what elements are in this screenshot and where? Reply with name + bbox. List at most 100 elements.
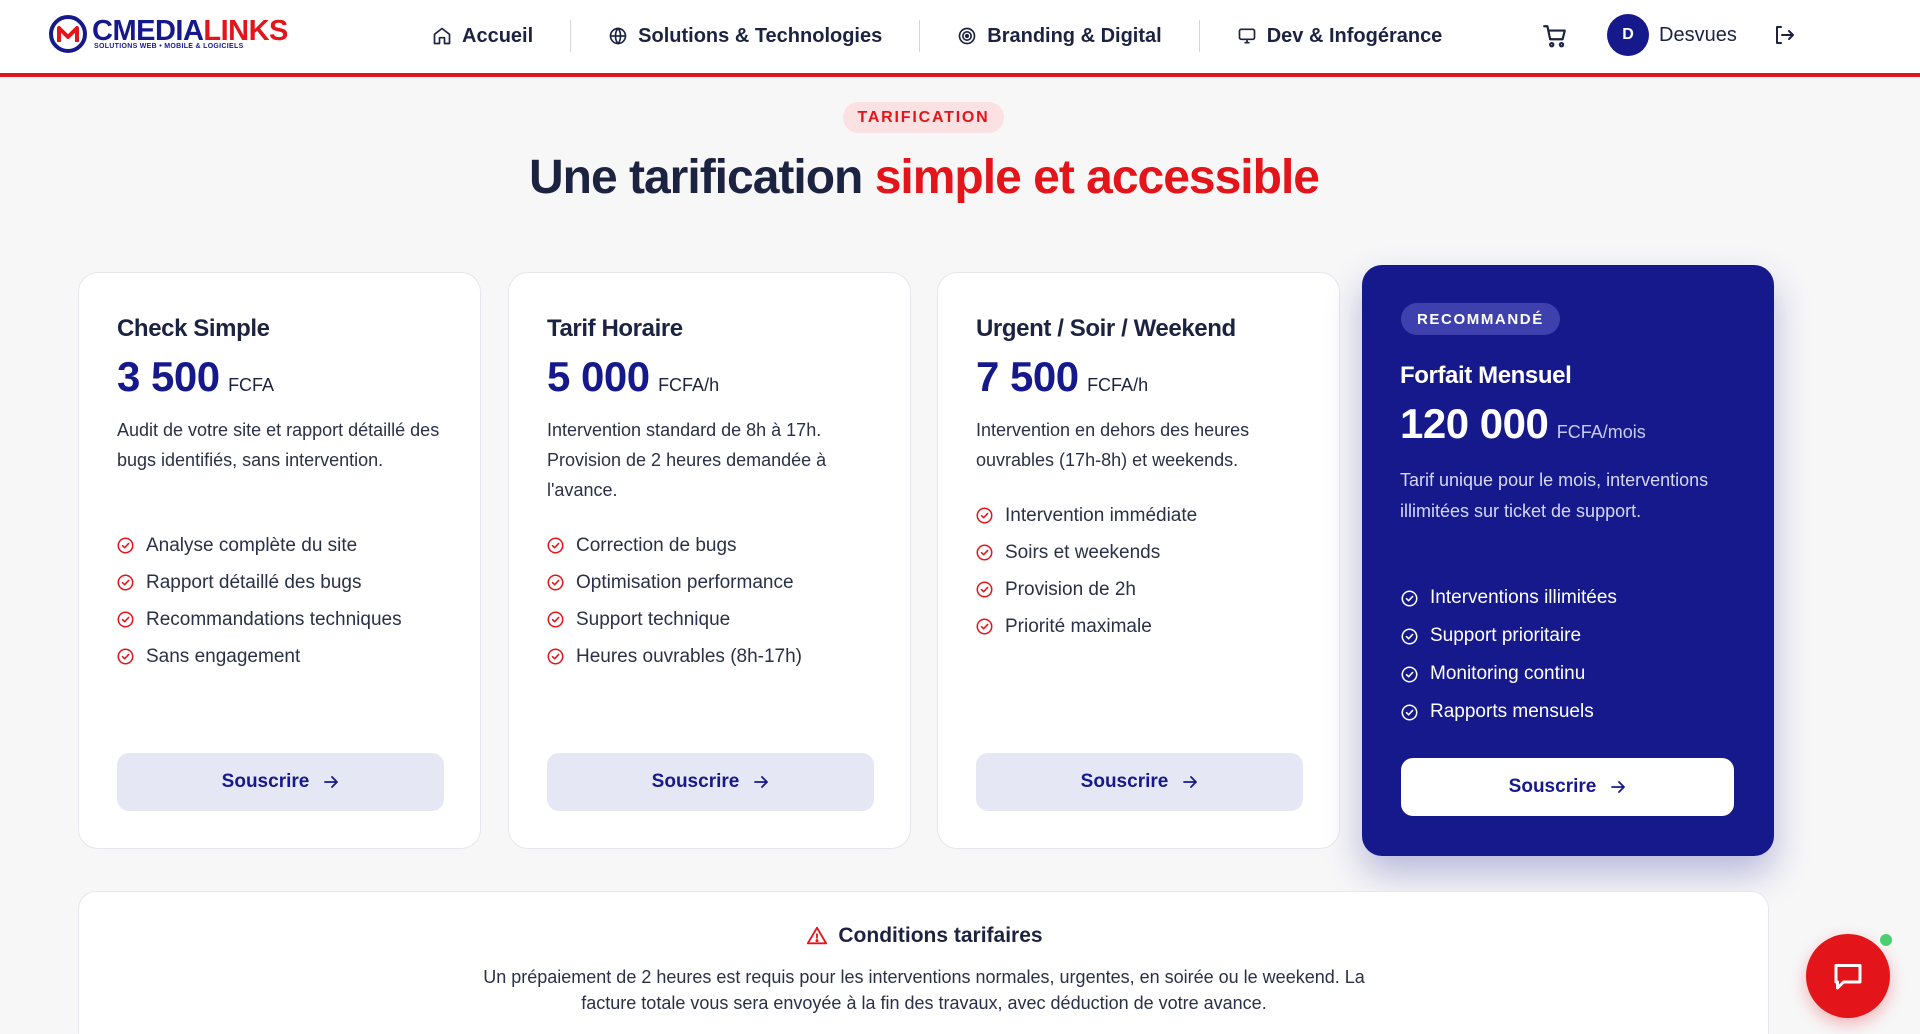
plan-features: Interventions illimitées Support priorit… [1401,579,1617,731]
chat-button[interactable] [1806,934,1890,1018]
nav-item-dev[interactable]: Dev & Infogérance [1200,18,1480,54]
plan-price: 7 500 [976,353,1079,400]
logo-tagline: SOLUTIONS WEB • MOBILE & LOGICIELS [94,43,244,50]
arrow-right-icon [1183,776,1198,788]
logo-mark-icon [49,15,87,53]
check-circle-icon [547,611,564,628]
plan-unit: FCFA/mois [1556,422,1646,442]
plan-name: Forfait Mensuel [1400,362,1572,389]
plan-name: Urgent / Soir / Weekend [976,315,1236,342]
subscribe-button[interactable]: Souscrire [976,753,1303,811]
plan-name: Check Simple [117,315,270,342]
online-status-dot [1878,932,1894,948]
plan-features: Correction de bugs Optimisation performa… [547,527,802,675]
conditions-title: Conditions tarifaires [79,924,1770,948]
check-circle-icon [976,581,993,598]
plan-features: Intervention immédiate Soirs et weekends… [976,497,1197,645]
arrow-right-icon [324,776,339,788]
feature-item: Interventions illimitées [1401,579,1617,617]
plan-price: 3 500 [117,353,220,400]
cart-icon[interactable] [1542,23,1568,49]
nav-item-solutions[interactable]: Solutions & Technologies [571,18,919,54]
nav-item-label: Dev & Infogérance [1266,24,1443,47]
check-circle-icon [1401,628,1418,644]
feature-item: Support technique [547,601,802,638]
nav-item-label: Solutions & Technologies [638,24,883,47]
nav-item-accueil[interactable]: Accueil [432,18,570,54]
feature-item: Heures ouvrables (8h-17h) [547,638,802,675]
feature-item: Soirs et weekends [976,534,1197,571]
check-circle-icon [117,537,134,554]
feature-item: Intervention immédiate [976,497,1197,534]
plan-price: 120 000 [1400,400,1549,447]
plan-price-row: 5 000 FCFA/h [547,353,719,401]
plan-unit: FCFA/h [1087,375,1149,395]
main-nav: Accueil Solutions & Technologies Brandin… [432,18,1479,54]
recommended-badge: RECOMMANDÉ [1401,303,1560,335]
nav-item-label: Branding & Digital [987,24,1162,47]
check-circle-icon [1401,590,1418,606]
plan-price-row: 3 500 FCFA [117,353,274,401]
plan-description: Intervention standard de 8h à 17h. Provi… [547,420,827,500]
check-circle-icon [117,611,134,628]
feature-item: Priorité maximale [976,608,1197,645]
section-title: Une tarification simple et accessible [528,151,1320,204]
feature-item: Optimisation performance [547,564,802,601]
subscribe-button[interactable]: Souscrire [547,753,874,811]
section-badge: TARIFICATION [843,102,1004,133]
check-circle-icon [976,618,993,635]
check-circle-icon [976,544,993,561]
plan-description: Tarif unique pour le mois, interventions… [1400,470,1709,521]
logout-icon[interactable] [1772,23,1796,47]
warning-icon [807,926,828,945]
monitor-icon [1238,28,1256,44]
feature-item: Rapport détaillé des bugs [117,564,402,601]
plan-price: 5 000 [547,353,650,400]
feature-item: Recommandations techniques [117,601,402,638]
check-circle-icon [117,648,134,665]
check-circle-icon [547,574,564,591]
pricing-card-forfait-mensuel: RECOMMANDÉ Forfait Mensuel 120 000 FCFA/… [1362,265,1774,856]
site-header: CMEDIALINKS SOLUTIONS WEB • MOBILE & LOG… [0,0,1920,77]
globe-icon [609,27,627,45]
pricing-card-check-simple: Check Simple 3 500 FCFA Audit de votre s… [78,272,481,849]
arrow-right-icon [754,776,769,788]
plan-price-row: 7 500 FCFA/h [976,353,1148,401]
plan-description: Audit de votre site et rapport détaillé … [117,420,440,470]
home-icon [433,27,451,45]
arrow-right-icon [1611,781,1626,793]
plan-description: Intervention en dehors des heures ouvrab… [976,420,1250,470]
plan-features: Analyse complète du site Rapport détaill… [117,527,402,675]
feature-item: Rapports mensuels [1401,693,1617,731]
plan-price-row: 120 000 FCFA/mois [1400,400,1646,448]
check-circle-icon [547,537,564,554]
feature-item: Analyse complète du site [117,527,402,564]
feature-item: Sans engagement [117,638,402,675]
plan-name: Tarif Horaire [547,315,683,342]
feature-item: Support prioritaire [1401,617,1617,655]
target-icon [958,27,976,45]
user-avatar[interactable]: D [1607,14,1649,56]
check-circle-icon [117,574,134,591]
check-circle-icon [976,507,993,524]
pricing-card-urgent: Urgent / Soir / Weekend 7 500 FCFA/h Int… [937,272,1340,849]
cmedialinks-logo[interactable]: CMEDIALINKS SOLUTIONS WEB • MOBILE & LOG… [48,14,288,56]
chat-bubble-icon [1834,964,1862,990]
feature-item: Monitoring continu [1401,655,1617,693]
feature-item: Provision de 2h [976,571,1197,608]
feature-item: Correction de bugs [547,527,802,564]
logo-wordmark: CMEDIALINKS [92,15,288,47]
conditions-text: Un prépaiement de 2 heures est requis po… [483,967,1365,1013]
pricing-conditions: Conditions tarifaires Un prépaiement de … [78,891,1769,1034]
subscribe-button[interactable]: Souscrire [117,753,444,811]
nav-item-label: Accueil [462,24,534,47]
plan-unit: FCFA [228,375,275,395]
check-circle-icon [1401,666,1418,682]
nav-item-branding[interactable]: Branding & Digital [920,18,1198,54]
check-circle-icon [1401,704,1418,720]
plan-unit: FCFA/h [658,375,720,395]
check-circle-icon [547,648,564,665]
subscribe-button[interactable]: Souscrire [1401,758,1734,816]
user-name[interactable]: Desvues [1659,24,1737,47]
pricing-card-tarif-horaire: Tarif Horaire 5 000 FCFA/h Intervention … [508,272,911,849]
